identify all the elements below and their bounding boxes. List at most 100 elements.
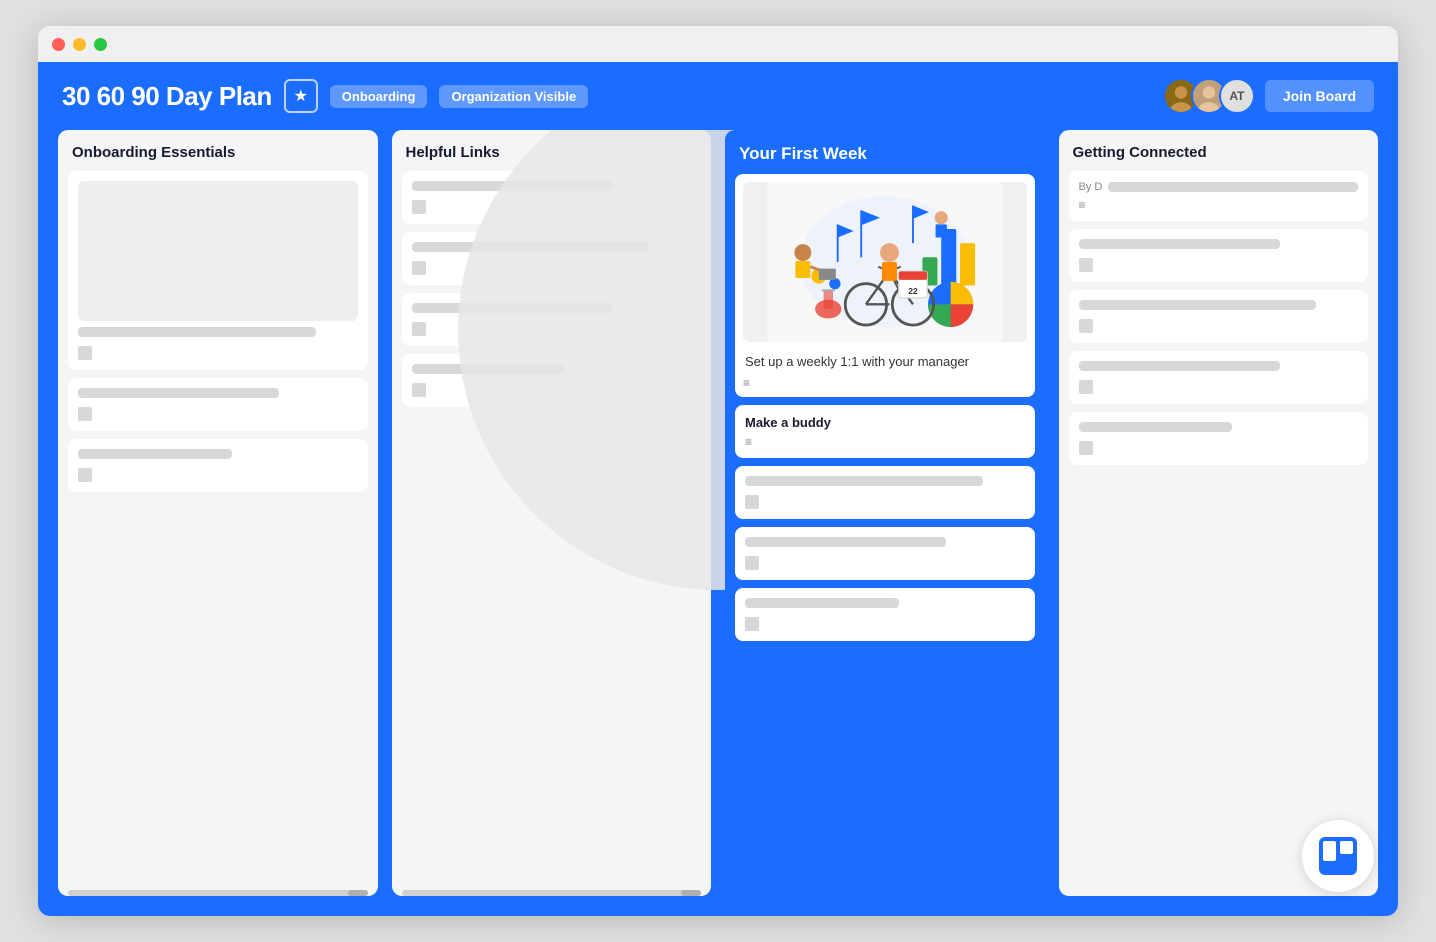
join-board-button[interactable]: Join Board [1265,80,1374,112]
card-bar-long [745,476,983,486]
card-bar-medium [1108,182,1358,192]
card-footer-byline: ≡ [1079,199,1359,211]
card-square [1079,441,1093,455]
card-square [78,468,92,482]
column-fade [725,856,1045,896]
scrollbar-thumb [348,890,368,896]
scrollbar-thumb [681,890,701,896]
svg-text:22: 22 [908,286,918,296]
card-bar-row [78,388,358,421]
column-header-firstweek: Your First Week [725,130,1045,174]
card-bar-short [78,449,232,459]
minimize-dot[interactable] [73,38,86,51]
column-body-onboarding [58,171,378,884]
column-body-helpful [392,171,712,884]
card-3-4[interactable] [735,527,1035,580]
card-square [745,617,759,631]
card-image-placeholder [78,181,358,321]
card-2-4[interactable] [402,354,702,407]
menu-lines-icon: ≡ [743,377,750,389]
board-wrapper: 30 60 90 Day Plan ★ Onboarding Organizat… [38,62,1398,916]
card-footer-buddy: ≡ [745,436,1025,448]
card-bar-short [1079,422,1233,432]
card-1-2[interactable] [68,378,368,431]
onboarding-badge[interactable]: Onboarding [330,85,428,108]
card-4-1[interactable]: By D ≡ [1069,171,1369,221]
column-header-onboarding: Onboarding Essentials [58,130,378,171]
card-bar-row [745,598,1025,631]
make-buddy-title: Make a buddy [745,415,1025,430]
illustration-svg: 22 [743,182,1027,342]
star-button[interactable]: ★ [284,79,318,113]
card-bar-short [412,364,566,374]
card-1-1[interactable] [68,171,368,370]
card-bar-row [412,242,692,275]
card-footer: ≡ [743,377,1027,389]
card-bar-row [412,181,692,214]
menu-lines-icon-3: ≡ [1079,199,1086,211]
card-4-2[interactable] [1069,229,1369,282]
card-bar-long [78,327,316,337]
card-byline-row: By D [1079,181,1359,193]
card-3-5[interactable] [735,588,1035,641]
board-content: Onboarding Essentials [38,130,1398,916]
avatar-initials-text: AT [1229,89,1244,103]
column-scrollbar [68,890,368,896]
card-square [412,261,426,275]
menu-lines-icon-2: ≡ [745,436,752,448]
trello-badge [1302,820,1374,892]
avatars-group: AT [1163,78,1255,114]
card-3-3[interactable] [735,466,1035,519]
card-byline-text: By D [1079,181,1103,193]
card-square [1079,319,1093,333]
featured-card[interactable]: 22 [735,174,1035,397]
column-getting-connected: Getting Connected By D ≡ [1059,130,1379,896]
card-bar-row [412,303,692,336]
card-bar-medium [745,537,946,547]
board-title: 30 60 90 Day Plan [62,81,272,112]
maximize-dot[interactable] [94,38,107,51]
card-bar-short [745,598,899,608]
column-header-helpful: Helpful Links [392,130,712,171]
card-square [1079,380,1093,394]
card-square [78,407,92,421]
header-right: AT Join Board [1163,78,1374,114]
card-square [412,322,426,336]
board-header: 30 60 90 Day Plan ★ Onboarding Organizat… [38,62,1398,130]
column-body-connected: By D ≡ [1059,171,1379,896]
make-buddy-card[interactable]: Make a buddy ≡ [735,405,1035,458]
titlebar [38,26,1398,62]
card-bar-row [1079,361,1359,394]
card-bar-row [745,476,1025,509]
card-bar-medium [1079,239,1280,249]
card-bar-medium [78,388,279,398]
card-bar-medium [412,303,613,313]
close-dot[interactable] [52,38,65,51]
card-bar-row [412,364,692,397]
column-header-connected: Getting Connected [1059,130,1379,171]
avatar-initials[interactable]: AT [1219,78,1255,114]
card-4-5[interactable] [1069,412,1369,465]
card-bar-long [1079,300,1317,310]
card-bar-row [1079,239,1359,272]
card-1-3[interactable] [68,439,368,492]
card-2-2[interactable] [402,232,702,285]
card-bar-long [412,242,650,252]
card-square [1079,258,1093,272]
column-your-first-week: Your First Week [725,130,1045,896]
card-square [745,556,759,570]
card-2-1[interactable] [402,171,702,224]
org-visible-badge[interactable]: Organization Visible [439,85,588,108]
card-4-4[interactable] [1069,351,1369,404]
column-helpful-links: Helpful Links [392,130,712,896]
card-4-3[interactable] [1069,290,1369,343]
card-bar-medium [1079,361,1280,371]
app-window: 30 60 90 Day Plan ★ Onboarding Organizat… [38,26,1398,916]
card-bar-row [78,327,358,360]
trello-logo-svg [1319,837,1357,875]
card-square [412,200,426,214]
column-onboarding-essentials: Onboarding Essentials [58,130,378,896]
card-bar-row [1079,300,1359,333]
card-2-3[interactable] [402,293,702,346]
card-illustration: 22 [743,182,1027,342]
